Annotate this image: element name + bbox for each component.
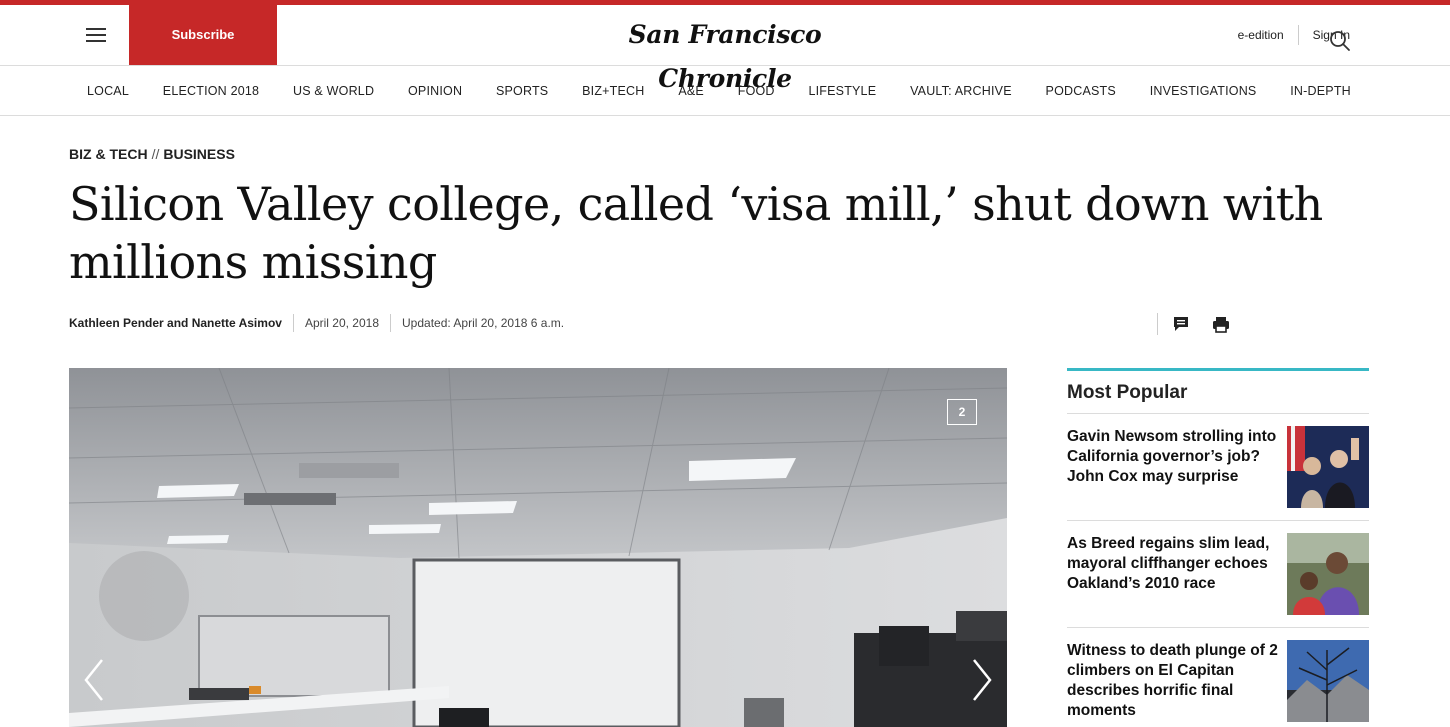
article-headline: Silicon Valley college, called ‘visa mil… bbox=[69, 177, 1323, 289]
nav-item-us-world[interactable]: US & WORLD bbox=[293, 84, 374, 98]
publish-date: April 20, 2018 bbox=[304, 316, 380, 330]
nav-item-sports[interactable]: SPORTS bbox=[496, 84, 548, 98]
subscribe-button[interactable]: Subscribe bbox=[129, 5, 277, 65]
kicker-section-link[interactable]: BIZ & TECH bbox=[69, 146, 148, 162]
most-popular-headline[interactable]: Witness to death plunge of 2 climbers on… bbox=[1067, 641, 1279, 721]
list-item[interactable]: Gavin Newsom strolling into California g… bbox=[1067, 414, 1369, 521]
most-popular-headline[interactable]: As Breed regains slim lead, mayoral clif… bbox=[1067, 534, 1279, 594]
search-icon[interactable] bbox=[1329, 30, 1351, 52]
divider bbox=[1297, 25, 1299, 45]
most-popular-title: Most Popular bbox=[1067, 371, 1369, 414]
thumbnail-image[interactable] bbox=[1287, 640, 1369, 722]
menu-icon[interactable] bbox=[86, 24, 110, 46]
comment-icon[interactable] bbox=[1171, 314, 1191, 334]
site-header: Subscribe San Francisco Chronicle e-edit… bbox=[0, 5, 1450, 93]
nav-item-opinion[interactable]: OPINION bbox=[408, 84, 462, 98]
thumbnail-image[interactable] bbox=[1287, 426, 1369, 508]
nav-item-in-depth[interactable]: IN-DEPTH bbox=[1290, 84, 1351, 98]
updated-date: Updated: April 20, 2018 6 a.m. bbox=[402, 316, 565, 330]
chevron-right-icon[interactable] bbox=[966, 656, 996, 704]
main-nav: LOCAL ELECTION 2018 US & WORLD OPINION S… bbox=[0, 66, 1450, 116]
divider bbox=[1157, 313, 1158, 335]
nav-item-podcasts[interactable]: PODCASTS bbox=[1046, 84, 1116, 98]
divider bbox=[390, 314, 392, 332]
nav-item-investigations[interactable]: INVESTIGATIONS bbox=[1150, 84, 1257, 98]
most-popular-section: Most Popular Gavin Newsom strolling into… bbox=[1067, 368, 1369, 727]
nav-item-vault-archive[interactable]: VAULT: ARCHIVE bbox=[910, 84, 1012, 98]
chevron-left-icon[interactable] bbox=[80, 656, 110, 704]
nav-item-a-e[interactable]: A&E bbox=[678, 84, 704, 98]
site-logo[interactable]: San Francisco Chronicle bbox=[570, 13, 880, 93]
classroom-photo-image bbox=[69, 368, 1007, 727]
nav-item-election-2018[interactable]: ELECTION 2018 bbox=[163, 84, 259, 98]
photo-count-badge[interactable]: 2 bbox=[947, 399, 977, 425]
nav-item-lifestyle[interactable]: LIFESTYLE bbox=[808, 84, 876, 98]
e-edition-link[interactable]: e-edition bbox=[1238, 28, 1284, 42]
divider bbox=[292, 314, 294, 332]
nav-item-food[interactable]: FOOD bbox=[738, 84, 775, 98]
most-popular-headline[interactable]: Gavin Newsom strolling into California g… bbox=[1067, 427, 1279, 487]
print-icon[interactable] bbox=[1211, 314, 1231, 334]
kicker-subsection-link[interactable]: BUSINESS bbox=[163, 146, 235, 162]
section-kicker: BIZ & TECH//BUSINESS bbox=[69, 146, 235, 162]
author-link[interactable]: Kathleen Pender and Nanette Asimov bbox=[69, 316, 282, 330]
kicker-separator: // bbox=[151, 146, 160, 162]
nav-item-local[interactable]: LOCAL bbox=[87, 84, 129, 98]
list-item[interactable]: As Breed regains slim lead, mayoral clif… bbox=[1067, 521, 1369, 628]
list-item[interactable]: Witness to death plunge of 2 climbers on… bbox=[1067, 628, 1369, 727]
thumbnail-image[interactable] bbox=[1287, 533, 1369, 615]
nav-item-biz-tech[interactable]: BIZ+TECH bbox=[582, 84, 644, 98]
article-tools bbox=[1157, 312, 1251, 336]
article-photo[interactable] bbox=[69, 368, 1007, 727]
byline: Kathleen Pender and Nanette Asimov April… bbox=[69, 314, 564, 332]
